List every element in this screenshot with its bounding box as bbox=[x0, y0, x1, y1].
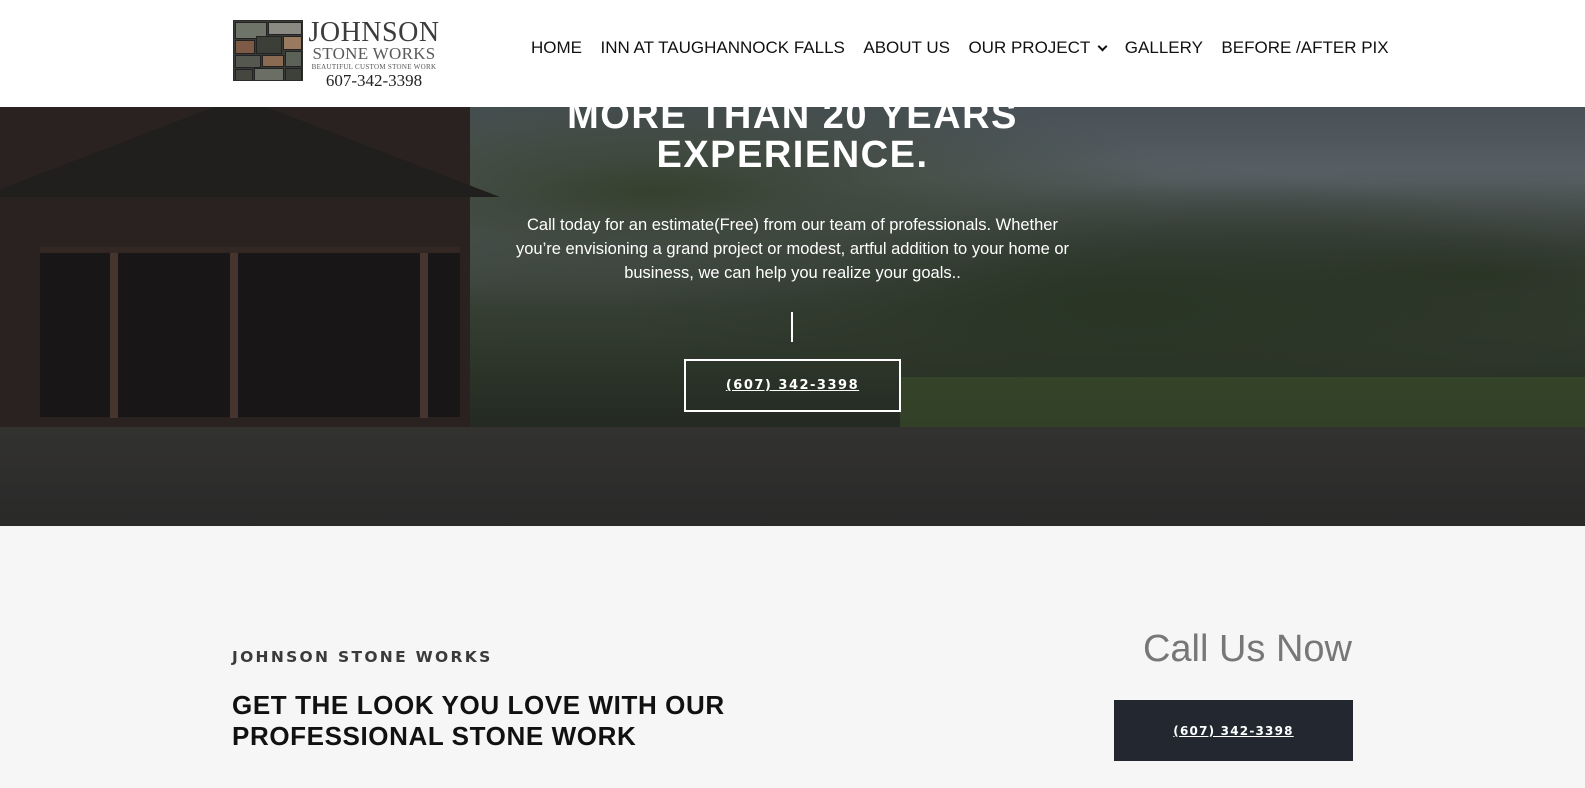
logo-stone-mosaic-icon bbox=[233, 20, 303, 81]
nav-item-inn[interactable]: INN AT TAUGHANNOCK FALLS bbox=[601, 38, 845, 58]
nav-item-home[interactable]: HOME bbox=[531, 38, 582, 58]
logo-text: JOHNSON STONE WORKS BEAUTIFUL CUSTOM STO… bbox=[308, 17, 440, 90]
logo-phone: 607-342-3398 bbox=[325, 71, 423, 90]
logo-tagline: BEAUTIFUL CUSTOM STONE WORK bbox=[311, 63, 437, 71]
hero-title-line2: EXPERIENCE. bbox=[656, 134, 929, 176]
chevron-down-icon bbox=[1097, 41, 1108, 51]
call-phone-button[interactable]: (607) 342-3398 bbox=[1114, 700, 1353, 761]
nav-item-our-project[interactable]: OUR PROJECT bbox=[968, 38, 1108, 58]
section-headline: GET THE LOOK YOU LOVE WITH OUR PROFESSIO… bbox=[232, 690, 725, 751]
nav-item-our-project-label: OUR PROJECT bbox=[968, 38, 1091, 57]
nav-item-before-after[interactable]: BEFORE /AFTER PIX bbox=[1221, 38, 1388, 58]
logo-name: JOHNSON bbox=[308, 17, 440, 48]
hero-title-line1: MORE THAN 20 YEARS bbox=[567, 107, 1018, 137]
logo-subtitle: STONE WORKS bbox=[312, 44, 436, 63]
section-eyebrow: JOHNSON STONE WORKS bbox=[232, 648, 493, 666]
hero-section: MORE THAN 20 YEARS EXPERIENCE. Call toda… bbox=[0, 107, 1585, 526]
nav-item-gallery[interactable]: GALLERY bbox=[1125, 38, 1203, 58]
nav-item-about[interactable]: ABOUT US bbox=[863, 38, 950, 58]
hero-phone-button[interactable]: (607) 342-3398 bbox=[684, 359, 901, 412]
hero-divider bbox=[791, 312, 793, 342]
main-nav: HOME INN AT TAUGHANNOCK FALLS ABOUT US O… bbox=[531, 38, 1389, 58]
site-header: JOHNSON STONE WORKS BEAUTIFUL CUSTOM STO… bbox=[0, 0, 1585, 107]
call-us-now-heading: Call Us Now bbox=[1142, 628, 1352, 670]
hero-title: MORE THAN 20 YEARS EXPERIENCE. bbox=[0, 107, 1585, 175]
hero-description: Call today for an estimate(Free) from ou… bbox=[515, 216, 1070, 282]
logo[interactable]: JOHNSON STONE WORKS BEAUTIFUL CUSTOM STO… bbox=[233, 19, 439, 90]
